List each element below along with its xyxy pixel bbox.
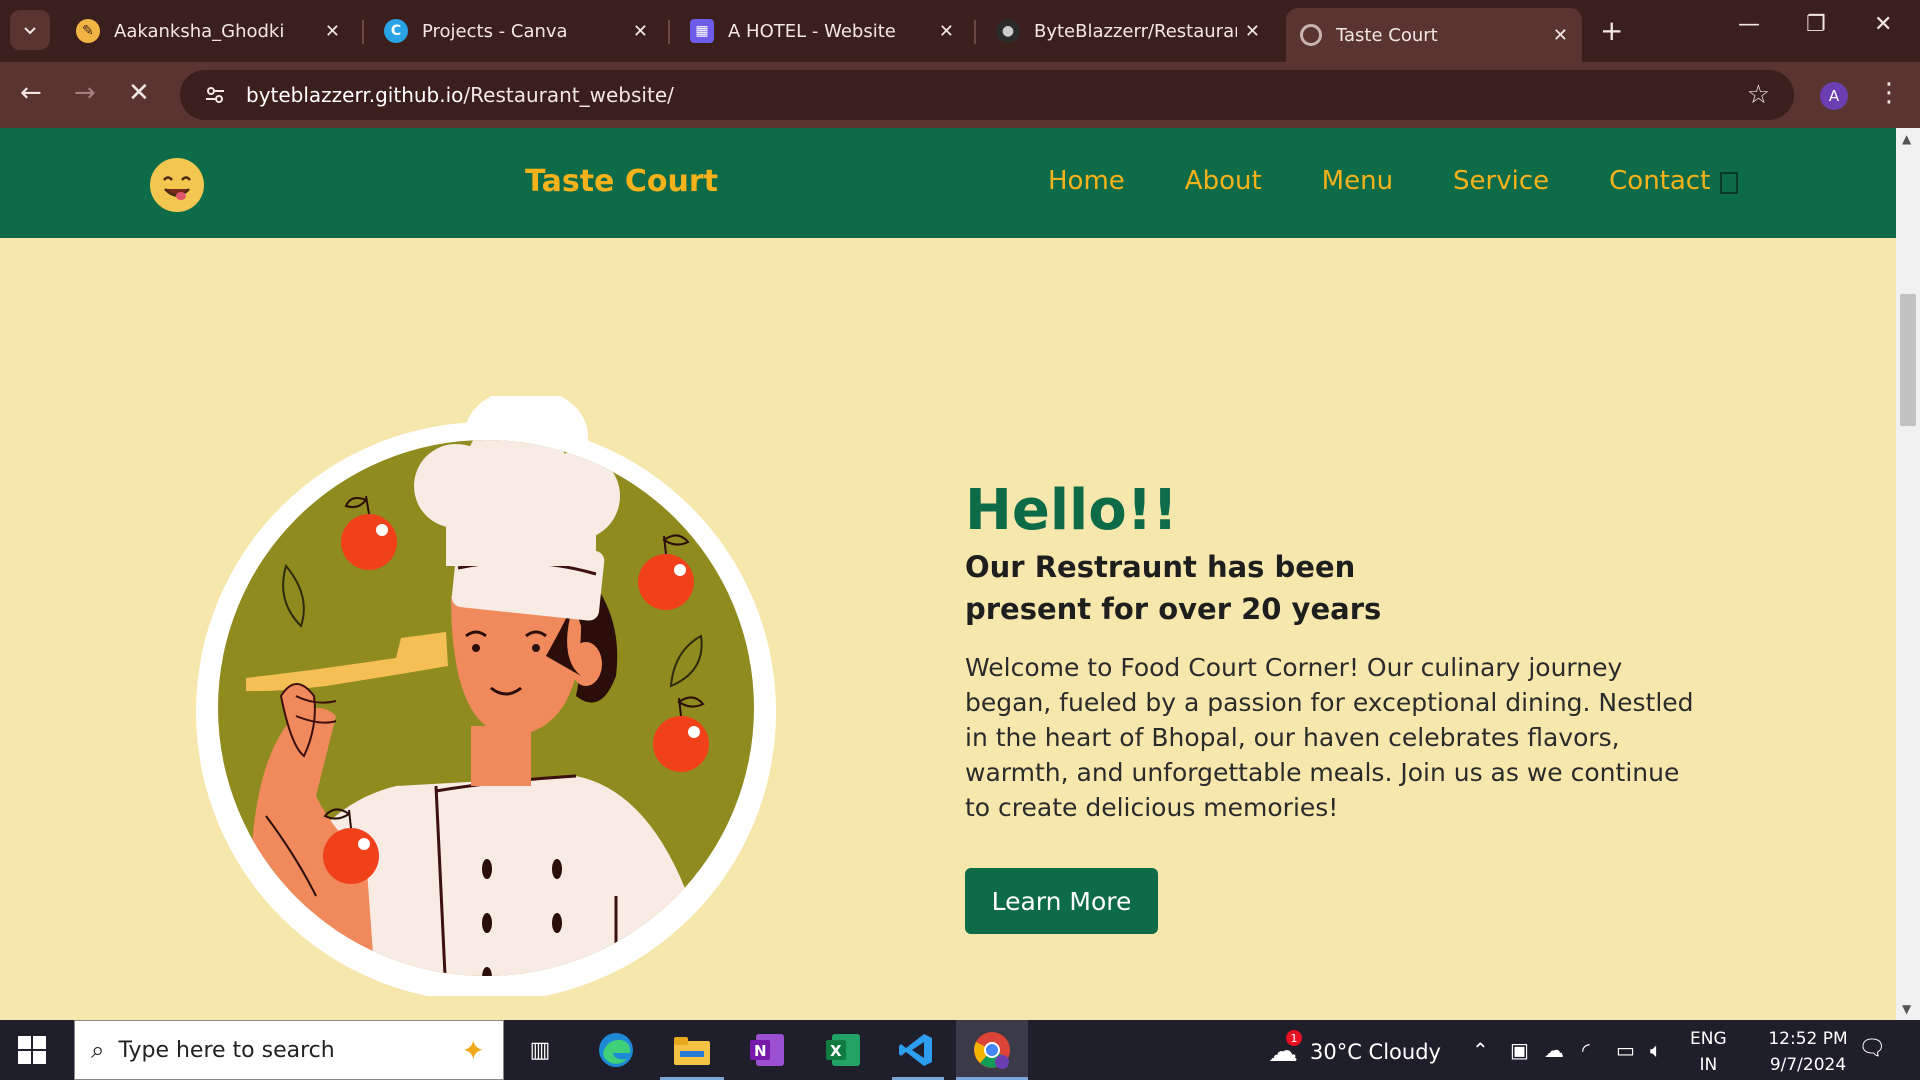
file-explorer-icon[interactable] [670, 1028, 714, 1072]
stop-loading-icon[interactable]: ✕ [128, 78, 150, 108]
notification-icon[interactable]: 🗨︎ [1858, 1036, 1886, 1061]
forward-arrow-icon[interactable]: → [74, 78, 96, 108]
close-icon[interactable]: ✕ [325, 21, 340, 42]
tab-divider [668, 20, 670, 44]
nav-about[interactable]: About [1185, 166, 1262, 196]
tab-divider [974, 20, 976, 44]
github-icon: ● [996, 19, 1020, 43]
profile-avatar[interactable]: A [1820, 82, 1848, 110]
window-close-icon[interactable]: ✕ [1874, 12, 1892, 37]
nav-service[interactable]: Service [1453, 166, 1549, 196]
tab-search-button[interactable] [10, 10, 50, 50]
new-tab-icon[interactable]: + [1600, 14, 1623, 47]
canva-icon: C [384, 19, 408, 43]
weather-widget[interactable]: ☁ 1 30°C Cloudy [1268, 1030, 1441, 1069]
tab-github[interactable]: ● ByteBlazzerr/Restaurant_ ✕ [982, 6, 1274, 56]
hero-subheading: Our Restraunt has been present for over … [965, 550, 1382, 626]
sparkle-icon: ✦ [461, 1033, 485, 1067]
weather-text: 30°C Cloudy [1310, 1039, 1441, 1064]
hero-heading: Hello!! [965, 478, 1178, 543]
minimize-icon[interactable]: — [1738, 12, 1760, 37]
pen-nib-icon: ✎ [76, 19, 100, 43]
nav-contact[interactable]: Contact [1609, 166, 1710, 196]
close-icon[interactable]: ✕ [939, 21, 954, 42]
chevron-up-icon[interactable]: ⌃ [1472, 1038, 1489, 1062]
weather-badge: 1 [1286, 1030, 1302, 1046]
tab-canva[interactable]: C Projects - Canva ✕ [370, 6, 662, 56]
windows-taskbar: ⌕ Type here to search ✦ ▥ N X ☁ 1 30°C Cl… [0, 1020, 1920, 1080]
loading-icon [1300, 24, 1322, 46]
vscode-icon[interactable] [894, 1028, 938, 1072]
toolbar: ← → ✕ byteblazzerr.github.io/Restaurant_… [0, 62, 1920, 128]
wifi-icon[interactable]: ◜ [1582, 1038, 1590, 1062]
tab-label: Projects - Canva [422, 20, 568, 42]
clock-time: 12:52 PM [1768, 1029, 1848, 1049]
hero-paragraph: Welcome to Food Court Corner! Our culina… [965, 653, 1694, 822]
page-scrollbar[interactable]: ▲ ▼ [1896, 128, 1920, 1020]
language-indicator[interactable]: ENG IN [1690, 1026, 1727, 1078]
url-text: byteblazzerr.github.io/Restaurant_websit… [246, 83, 674, 107]
tab-label: Aakanksha_Ghodki [114, 20, 285, 42]
taskbar-search-box[interactable]: ⌕ Type here to search ✦ [74, 1020, 504, 1080]
menu-kebab-icon[interactable]: ⋮ [1876, 78, 1902, 108]
page-viewport: Taste Court Home About Menu Service Cont… [0, 128, 1896, 1020]
nav-toggle-icon[interactable] [1720, 172, 1738, 194]
clock-date: 9/7/2024 [1769, 1055, 1847, 1075]
speaker-icon[interactable]: 🔈︎ [1650, 1038, 1662, 1062]
scroll-thumb[interactable] [1900, 294, 1916, 426]
meet-now-icon[interactable]: ▣ [1510, 1038, 1529, 1062]
windows-start-icon[interactable] [18, 1036, 46, 1068]
excel-icon[interactable]: X [822, 1028, 866, 1072]
system-clock[interactable]: 12:52 PM 9/7/2024 [1748, 1026, 1868, 1078]
chef-illustration [196, 396, 776, 996]
lang-code: ENG [1690, 1029, 1727, 1049]
main-nav: Home About Menu Service Contact [1048, 166, 1770, 196]
site-navbar: Taste Court Home About Menu Service Cont… [0, 128, 1896, 238]
search-icon: ⌕ [91, 1036, 105, 1064]
search-placeholder: Type here to search [118, 1037, 335, 1063]
tab-label: Taste Court [1336, 24, 1438, 46]
task-view-icon[interactable]: ▥ [518, 1028, 562, 1072]
restore-icon[interactable]: ❐ [1806, 12, 1826, 37]
tab-taste-court[interactable]: Taste Court ✕ [1286, 8, 1582, 62]
scroll-up-arrow-icon[interactable]: ▲ [1902, 132, 1911, 146]
onedrive-cloud-icon[interactable]: ☁ [1544, 1038, 1564, 1062]
tab-aakanksha[interactable]: ✎ Aakanksha_Ghodki ✕ [62, 6, 354, 56]
tab-label: A HOTEL - Website [728, 20, 896, 42]
address-bar[interactable]: byteblazzerr.github.io/Restaurant_websit… [180, 70, 1794, 120]
site-settings-icon[interactable] [190, 70, 240, 120]
learn-more-button[interactable]: Learn More [965, 868, 1158, 934]
close-icon[interactable]: ✕ [1553, 25, 1568, 46]
cloud-icon: ☁ 1 [1268, 1030, 1302, 1069]
smiley-logo-icon[interactable] [150, 158, 204, 212]
onenote-icon[interactable]: N [746, 1028, 790, 1072]
region-code: IN [1699, 1055, 1718, 1075]
svg-text:X: X [830, 1042, 842, 1060]
close-icon[interactable]: ✕ [1245, 21, 1260, 42]
chrome-icon[interactable] [970, 1028, 1014, 1072]
tab-strip: ✎ Aakanksha_Ghodki ✕ C Projects - Canva … [0, 0, 1920, 62]
brand-title[interactable]: Taste Court [525, 164, 718, 199]
svg-text:N: N [754, 1042, 767, 1060]
nav-home[interactable]: Home [1048, 166, 1125, 196]
nav-menu[interactable]: Menu [1322, 166, 1393, 196]
battery-icon[interactable]: ▭ [1616, 1038, 1635, 1062]
tab-label: ByteBlazzerr/Restaurant_ [1034, 20, 1237, 42]
back-arrow-icon[interactable]: ← [20, 78, 42, 108]
chevron-down-icon [24, 27, 36, 35]
tab-divider [362, 20, 364, 44]
calendar-icon: ▦ [690, 19, 714, 43]
bookmark-star-icon[interactable]: ☆ [1747, 80, 1770, 110]
edge-browser-icon[interactable] [594, 1028, 638, 1072]
close-icon[interactable]: ✕ [633, 21, 648, 42]
scroll-down-arrow-icon[interactable]: ▼ [1902, 1002, 1911, 1016]
tab-hotel[interactable]: ▦ A HOTEL - Website ✕ [676, 6, 968, 56]
